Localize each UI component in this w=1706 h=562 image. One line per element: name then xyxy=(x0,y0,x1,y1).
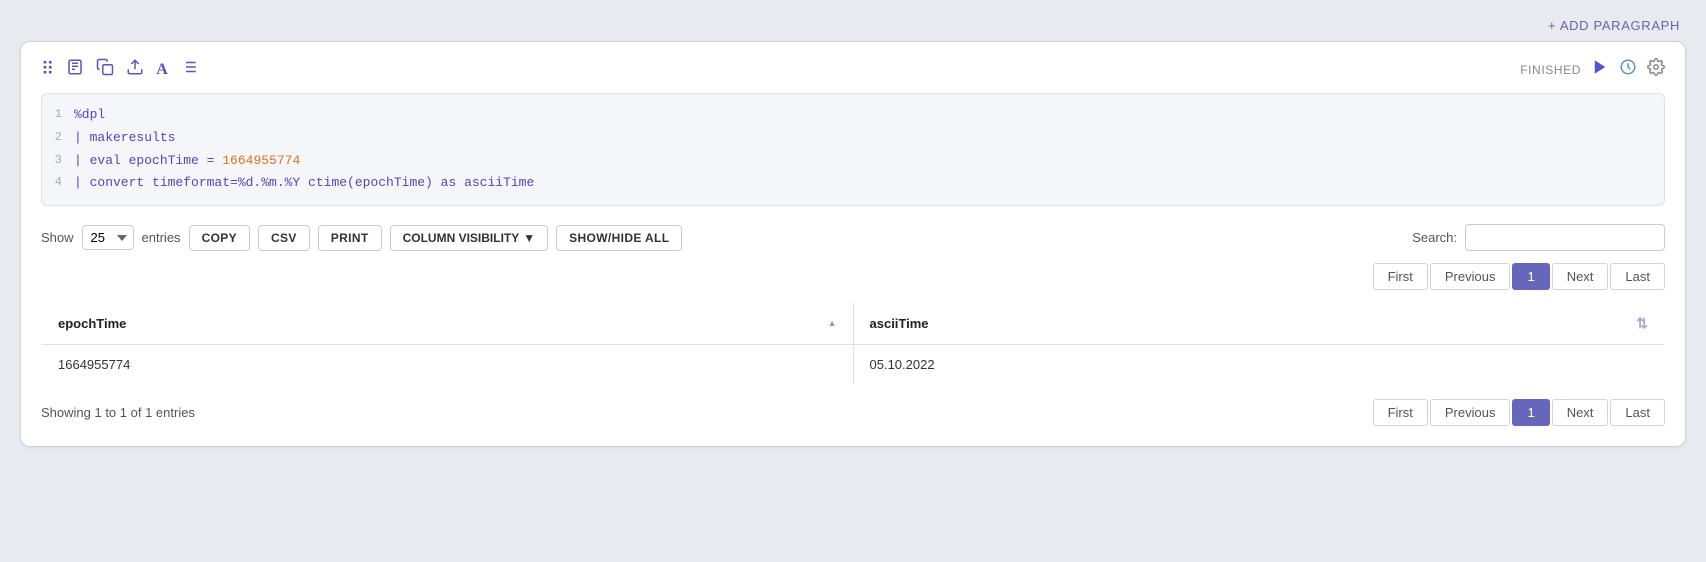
filter-icon: ⇅ xyxy=(1636,315,1648,332)
th-ascii-time-label: asciiTime xyxy=(870,316,929,331)
notebook-icon[interactable] xyxy=(66,58,84,81)
csv-button[interactable]: CSV xyxy=(258,225,310,251)
table-controls: Show 25 10 50 100 entries COPY CSV PRINT… xyxy=(41,224,1665,251)
toolbar: ⠿ A FINISHED xyxy=(41,58,1665,81)
previous-button-bottom[interactable]: Previous xyxy=(1430,399,1511,426)
code-line-2: 2 | makeresults xyxy=(42,127,1664,150)
code-line-4: 4 | convert timeformat=%d.%m.%Y ctime(ep… xyxy=(42,172,1664,195)
search-area: Search: xyxy=(1412,224,1665,251)
footer-row: Showing 1 to 1 of 1 entries First Previo… xyxy=(41,399,1665,426)
th-epoch-time-label: epochTime xyxy=(58,316,126,331)
table-row: 1664955774 05.10.2022 xyxy=(42,345,1665,385)
line-content-4: | convert timeformat=%d.%m.%Y ctime(epoc… xyxy=(74,173,534,194)
pagination-top: First Previous 1 Next Last xyxy=(41,263,1665,290)
code-line-3: 3 | eval epochTime = 1664955774 xyxy=(42,150,1664,173)
search-input[interactable] xyxy=(1465,224,1665,251)
list-icon[interactable] xyxy=(180,58,198,81)
line-content-3: | eval epochTime = 1664955774 xyxy=(74,151,300,172)
line-number-2: 2 xyxy=(42,128,74,147)
th-ascii-time[interactable]: asciiTime ⇅ xyxy=(853,303,1665,345)
cell-epoch-time: 1664955774 xyxy=(42,345,854,385)
last-button-bottom[interactable]: Last xyxy=(1610,399,1665,426)
first-button-bottom[interactable]: First xyxy=(1373,399,1428,426)
line-number-1: 1 xyxy=(42,105,74,124)
toolbar-left: ⠿ A xyxy=(41,58,198,81)
line-content-2: | makeresults xyxy=(74,128,175,149)
sort-arrows-epoch: ▲ xyxy=(828,319,837,328)
copy-button[interactable]: COPY xyxy=(189,225,250,251)
chevron-down-icon: ▼ xyxy=(523,231,535,245)
show-label: Show xyxy=(41,230,74,245)
code-editor[interactable]: 1 %dpl 2 | makeresults 3 | eval epochTim… xyxy=(41,93,1665,206)
search-label: Search: xyxy=(1412,230,1457,245)
code-line-1: 1 %dpl xyxy=(42,104,1664,127)
status-label: FINISHED xyxy=(1520,63,1581,77)
add-paragraph-button[interactable]: + ADD PARAGRAPH xyxy=(1548,18,1680,33)
page-1-button-bottom[interactable]: 1 xyxy=(1512,399,1549,426)
table-header-row: epochTime ▲ asciiTime ⇅ xyxy=(42,303,1665,345)
run-button[interactable] xyxy=(1591,58,1609,81)
line-content-1: %dpl xyxy=(74,105,105,126)
page-1-button-top[interactable]: 1 xyxy=(1512,263,1549,290)
font-icon[interactable]: A xyxy=(156,61,168,79)
previous-button-top[interactable]: Previous xyxy=(1430,263,1511,290)
data-table: epochTime ▲ asciiTime ⇅ 1664955774 0 xyxy=(41,302,1665,385)
move-icon[interactable]: ⠿ xyxy=(41,59,54,80)
line-number-3: 3 xyxy=(42,151,74,170)
first-button-top[interactable]: First xyxy=(1373,263,1428,290)
toolbar-right: FINISHED xyxy=(1520,58,1665,81)
entries-label: entries xyxy=(142,230,181,245)
show-hide-all-button[interactable]: SHOW/HIDE ALL xyxy=(556,225,682,251)
last-button-top[interactable]: Last xyxy=(1610,263,1665,290)
cell-ascii-time: 05.10.2022 xyxy=(853,345,1665,385)
timer-button[interactable] xyxy=(1619,58,1637,81)
upload-icon[interactable] xyxy=(126,58,144,81)
next-button-bottom[interactable]: Next xyxy=(1552,399,1609,426)
top-bar: + ADD PARAGRAPH xyxy=(10,10,1696,41)
pagination-bottom: First Previous 1 Next Last xyxy=(1373,399,1665,426)
next-button-top[interactable]: Next xyxy=(1552,263,1609,290)
column-visibility-button[interactable]: COLUMN VISIBILITY ▼ xyxy=(390,225,549,251)
main-card: ⠿ A FINISHED xyxy=(20,41,1686,447)
print-button[interactable]: PRINT xyxy=(318,225,382,251)
line-number-4: 4 xyxy=(42,173,74,192)
th-epoch-time[interactable]: epochTime ▲ xyxy=(42,303,854,345)
copy-icon[interactable] xyxy=(96,58,114,81)
entries-info: Showing 1 to 1 of 1 entries xyxy=(41,405,195,420)
entries-select[interactable]: 25 10 50 100 xyxy=(82,225,134,250)
settings-button[interactable] xyxy=(1647,58,1665,81)
